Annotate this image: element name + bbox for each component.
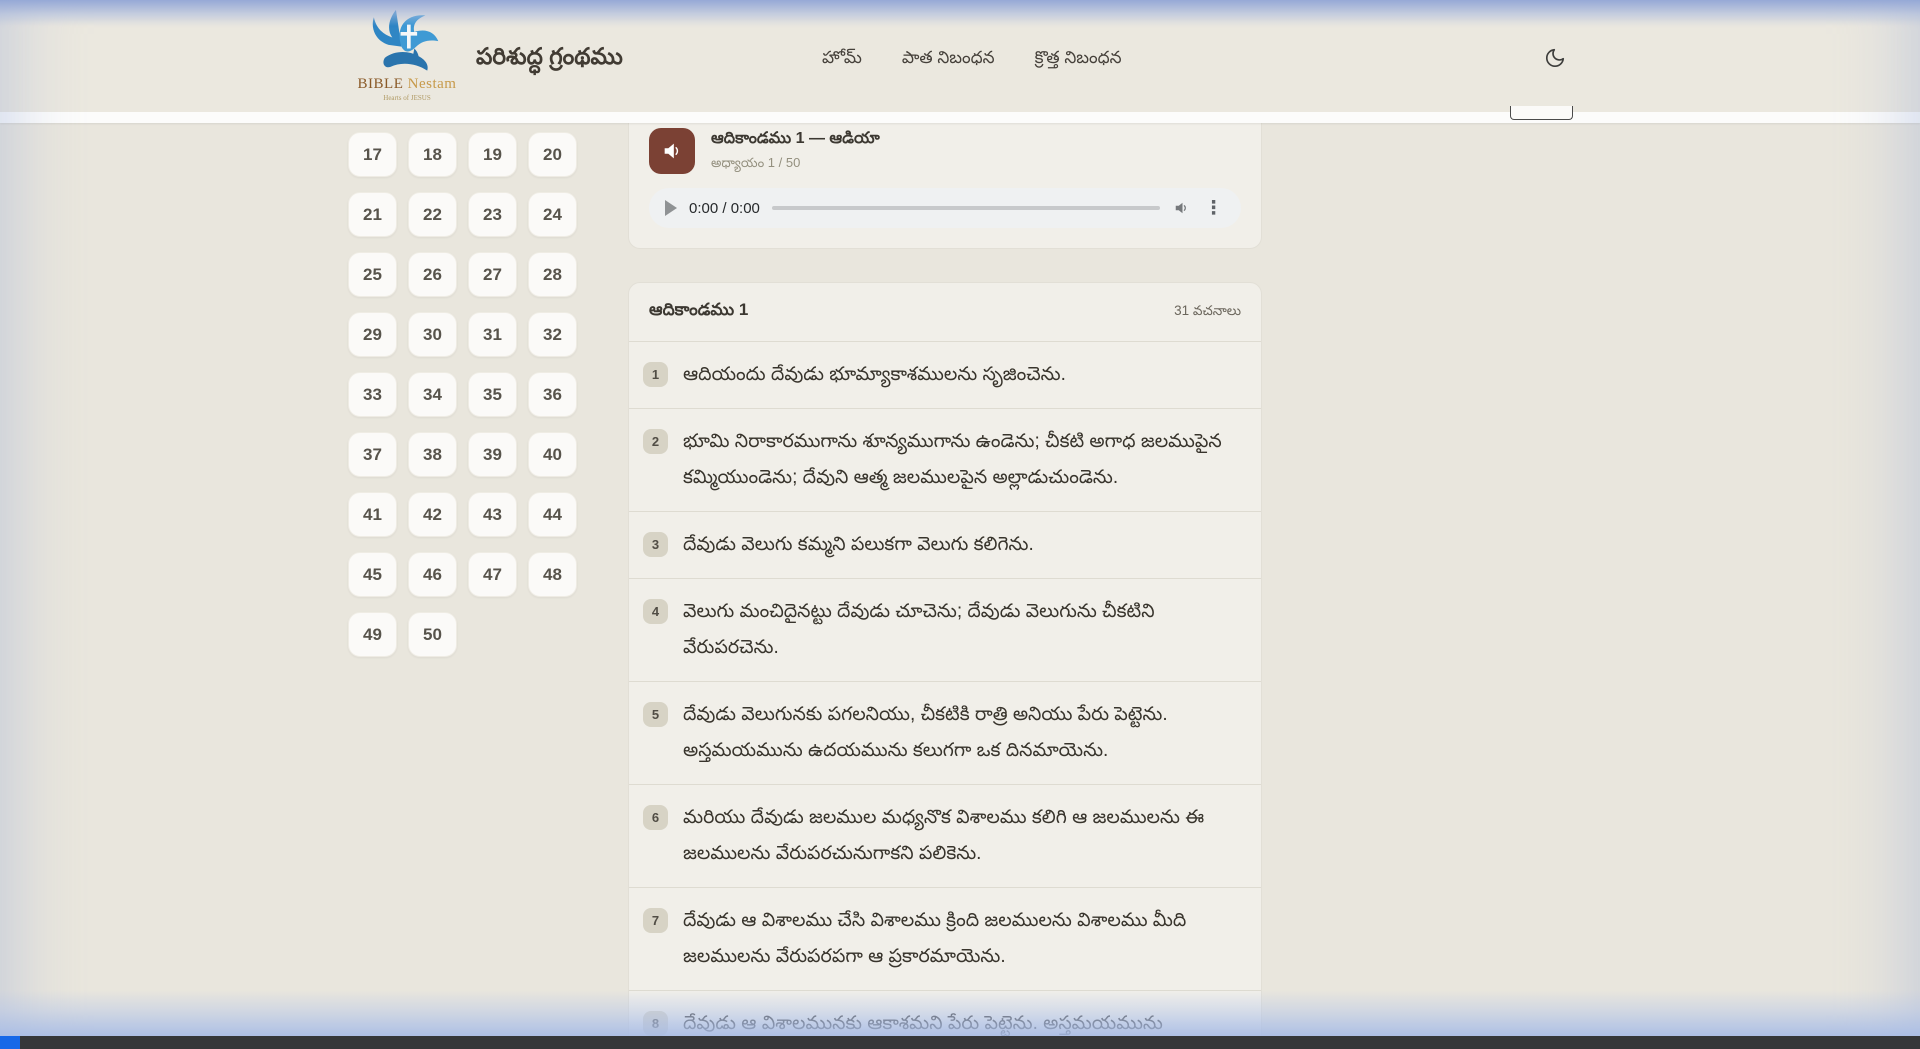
chapter-button-45[interactable]: 45 [348, 552, 397, 597]
verse-number-badge: 5 [643, 702, 668, 727]
chapter-button-27[interactable]: 27 [468, 252, 517, 297]
verse-row-4: 4 వెలుగు మంచిదైనట్టు దేవుడు చూచెను; దేవుడ… [629, 579, 1261, 682]
verse-number-badge: 6 [643, 805, 668, 830]
chapter-button-43[interactable]: 43 [468, 492, 517, 537]
chapter-button-18[interactable]: 18 [408, 132, 457, 177]
verse-text: వెలుగు మంచిదైనట్టు దేవుడు చూచెను; దేవుడు… [683, 594, 1223, 666]
volume-icon[interactable] [1172, 199, 1190, 217]
chapter-button-34[interactable]: 34 [408, 372, 457, 417]
verse-row-7: 7 దేవుడు ఆ విశాలము చేసి విశాలము క్రింది జ… [629, 888, 1261, 991]
chapter-button-33[interactable]: 33 [348, 372, 397, 417]
chapter-button-41[interactable]: 41 [348, 492, 397, 537]
chapter-button-30[interactable]: 30 [408, 312, 457, 357]
chapter-button-37[interactable]: 37 [348, 432, 397, 477]
chapter-button-40[interactable]: 40 [528, 432, 577, 477]
verse-text: దేవుడు ఆ విశాలము చేసి విశాలము క్రింది జల… [683, 903, 1223, 975]
verse-text: మరియు దేవుడు జలముల మధ్యనొక విశాలము కలిగి… [683, 800, 1223, 872]
page-title: పరిశుద్ధ గ్రంథము [476, 43, 623, 76]
audio-card: ఆదికాండము 1 — ఆడియా అధ్యాయం 1 / 50 0:00 … [628, 113, 1262, 249]
chapter-card-header: ఆదికాండము 1 31 వచనాలు [629, 283, 1261, 342]
nav-item-new-testament[interactable]: క్రొత్త నిబంధన [1035, 48, 1122, 72]
page: BIBLE Nestam Hearts of JESUS పరిశుద్ధ గ్… [0, 0, 1920, 1049]
dark-mode-toggle[interactable] [1540, 44, 1570, 74]
chapter-button-39[interactable]: 39 [468, 432, 517, 477]
chapter-button-21[interactable]: 21 [348, 192, 397, 237]
taskbar [0, 1036, 1920, 1049]
audio-player[interactable]: 0:00 / 0:00 ⋮ [649, 188, 1241, 228]
chapter-button-42[interactable]: 42 [408, 492, 457, 537]
audio-time: 0:00 / 0:00 [689, 200, 760, 217]
verse-text: దేవుడు వెలుగు కమ్మని పలుకగా వెలుగు కలిగె… [683, 527, 1034, 563]
taskbar-blue-segment [0, 1036, 20, 1049]
chapter-button-35[interactable]: 35 [468, 372, 517, 417]
site-logo[interactable]: BIBLE Nestam Hearts of JESUS [352, 6, 462, 102]
verse-number-badge: 3 [643, 532, 668, 557]
chapter-button-24[interactable]: 24 [528, 192, 577, 237]
chapter-button-44[interactable]: 44 [528, 492, 577, 537]
chapter-button-26[interactable]: 26 [408, 252, 457, 297]
main-content: ఆదికాండము 1 — ఆడియా అధ్యాయం 1 / 50 0:00 … [628, 113, 1262, 1049]
audio-title: ఆదికాండము 1 — ఆడియా [711, 129, 880, 151]
speaker-icon [661, 140, 683, 162]
chapter-button-38[interactable]: 38 [408, 432, 457, 477]
header-divider-strip [0, 112, 1920, 123]
chapter-button-20[interactable]: 20 [528, 132, 577, 177]
chapter-button-31[interactable]: 31 [468, 312, 517, 357]
speaker-icon-box [649, 128, 695, 174]
brand-name: BIBLE Nestam [352, 76, 462, 93]
verse-row-6: 6 మరియు దేవుడు జలముల మధ్యనొక విశాలము కలిగ… [629, 785, 1261, 888]
verse-row-2: 2 భూమి నిరాకారముగాను శూన్యముగాను ఉండెను; … [629, 409, 1261, 512]
chapter-button-47[interactable]: 47 [468, 552, 517, 597]
chapter-button-19[interactable]: 19 [468, 132, 517, 177]
verse-list: 1 ఆదియందు దేవుడు భూమ్యాకాశములను సృజించెను… [629, 342, 1261, 1049]
audio-progress-bar[interactable] [772, 206, 1160, 210]
brand-tagline: Hearts of JESUS [352, 94, 462, 102]
verse-row-1: 1 ఆదియందు దేవుడు భూమ్యాకాశములను సృజించెను… [629, 342, 1261, 409]
verse-text: భూమి నిరాకారముగాను శూన్యముగాను ఉండెను; చ… [683, 424, 1223, 496]
chapter-button-46[interactable]: 46 [408, 552, 457, 597]
chapter-button-25[interactable]: 25 [348, 252, 397, 297]
nav-item-home[interactable]: హోమ్ [822, 48, 862, 72]
chapter-button-22[interactable]: 22 [408, 192, 457, 237]
overflow-menu-icon[interactable]: ⋮ [1202, 199, 1225, 218]
chapter-button-23[interactable]: 23 [468, 192, 517, 237]
verse-number-badge: 8 [643, 1011, 668, 1036]
verse-number-badge: 1 [643, 362, 668, 387]
nav-item-old-testament[interactable]: పాత నిబంధన [902, 48, 995, 72]
chapter-button-29[interactable]: 29 [348, 312, 397, 357]
verse-count-badge: 31 వచనాలు [1174, 303, 1241, 322]
chapter-button-48[interactable]: 48 [528, 552, 577, 597]
verse-number-badge: 7 [643, 908, 668, 933]
verse-text: దేవుడు వెలుగునకు పగలనియు, చీకటికి రాత్రి… [683, 697, 1223, 769]
chapter-button-50[interactable]: 50 [408, 612, 457, 657]
chapter-button-36[interactable]: 36 [528, 372, 577, 417]
verse-row-3: 3 దేవుడు వెలుగు కమ్మని పలుకగా వెలుగు కలిగ… [629, 512, 1261, 579]
header: BIBLE Nestam Hearts of JESUS పరిశుద్ధ గ్… [0, 0, 1920, 112]
audio-subtitle: అధ్యాయం 1 / 50 [711, 155, 880, 174]
dove-cross-hand-logo-icon [361, 6, 453, 80]
verse-number-badge: 2 [643, 429, 668, 454]
verse-row-5: 5 దేవుడు వెలుగునకు పగలనియు, చీకటికి రాత్ర… [629, 682, 1261, 785]
chapter-card: ఆదికాండము 1 31 వచనాలు 1 ఆదియందు దేవుడు భూ… [628, 282, 1262, 1049]
chapter-button-49[interactable]: 49 [348, 612, 397, 657]
play-icon[interactable] [665, 200, 677, 216]
chapter-title: ఆదికాండము 1 [649, 300, 748, 324]
chapter-button-28[interactable]: 28 [528, 252, 577, 297]
chapter-grid: 17181920 21222324 25262728 29303132 33343536… [348, 132, 577, 657]
partially-hidden-button[interactable] [1510, 106, 1573, 120]
chapter-button-17[interactable]: 17 [348, 132, 397, 177]
verse-text: ఆదియందు దేవుడు భూమ్యాకాశములను సృజించెను. [683, 357, 1066, 393]
verse-number-badge: 4 [643, 599, 668, 624]
chapter-button-32[interactable]: 32 [528, 312, 577, 357]
moon-icon [1544, 47, 1566, 69]
main-nav: హోమ్ పాత నిబంధన క్రొత్త నిబంధన [822, 48, 1122, 72]
